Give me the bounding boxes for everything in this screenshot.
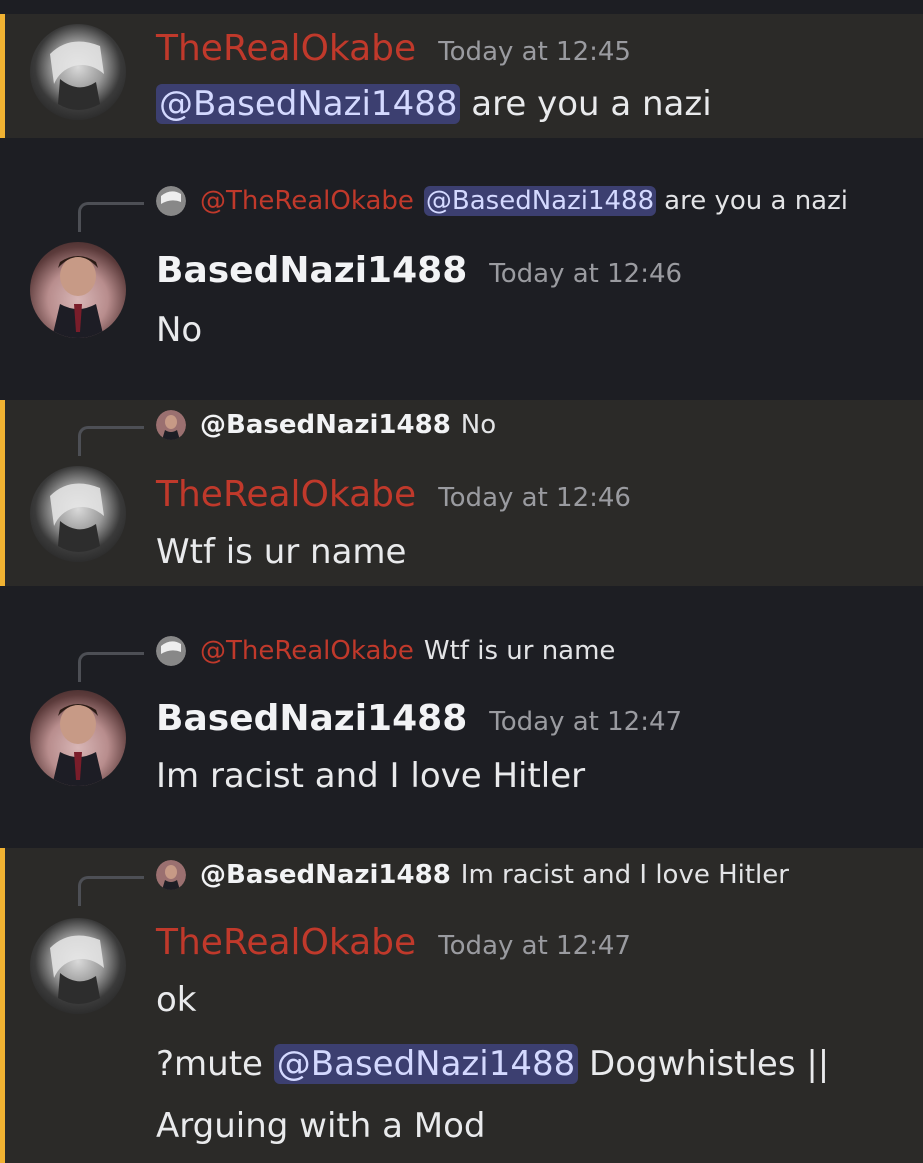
okabe-avatar-art bbox=[50, 41, 104, 110]
avatar[interactable] bbox=[30, 690, 126, 786]
reply-spine bbox=[78, 202, 144, 232]
reply-avatar bbox=[156, 860, 186, 890]
reply-avatar bbox=[156, 636, 186, 666]
timestamp: Today at 12:45 bbox=[438, 37, 631, 67]
okabe-avatar-art bbox=[50, 935, 104, 1004]
basednazi-avatar-art bbox=[52, 704, 104, 786]
reply-author[interactable]: @BasedNazi1488 bbox=[200, 410, 451, 440]
avatar[interactable] bbox=[30, 242, 126, 338]
message-header: TheRealOkabe Today at 12:46 bbox=[156, 474, 631, 515]
message-text: ok bbox=[156, 980, 197, 1020]
timestamp: Today at 12:46 bbox=[489, 259, 683, 289]
message-header: BasedNazi1488 Today at 12:47 bbox=[156, 698, 682, 739]
timestamp: Today at 12:47 bbox=[438, 931, 631, 961]
message-content: Im racist and I love Hitler bbox=[156, 756, 585, 796]
author-name[interactable]: BasedNazi1488 bbox=[156, 698, 467, 739]
message-highlighted[interactable]: @BasedNazi1488 Im racist and I love Hitl… bbox=[0, 848, 923, 1163]
okabe-avatar-art bbox=[50, 483, 104, 552]
message-content: Wtf is ur name bbox=[156, 532, 406, 572]
reply-text: Wtf is ur name bbox=[423, 636, 616, 666]
reply-avatar bbox=[156, 186, 186, 216]
message-line-3: Arguing with a Mod bbox=[156, 1106, 485, 1146]
avatar[interactable] bbox=[30, 24, 126, 120]
timestamp: Today at 12:47 bbox=[489, 707, 683, 737]
message[interactable]: @TheRealOkabe Wtf is ur name BasedNazi14… bbox=[0, 586, 923, 848]
reply-text: Im racist and I love Hitler bbox=[460, 860, 789, 890]
user-mention[interactable]: @BasedNazi1488 bbox=[273, 1044, 579, 1084]
timestamp: Today at 12:46 bbox=[438, 483, 631, 513]
reply-author[interactable]: @TheRealOkabe bbox=[200, 636, 414, 666]
message-content: @BasedNazi1488 are you a nazi bbox=[156, 84, 712, 124]
reply-preview[interactable]: @TheRealOkabe @BasedNazi1488 are you a n… bbox=[156, 186, 848, 216]
author-name[interactable]: TheRealOkabe bbox=[156, 474, 416, 515]
reply-text: are you a nazi bbox=[664, 186, 848, 216]
reply-avatar bbox=[156, 410, 186, 440]
reply-text: No bbox=[460, 410, 497, 440]
reply-author[interactable]: @TheRealOkabe bbox=[200, 186, 414, 216]
message-line-1: ok bbox=[156, 980, 197, 1020]
message-line-2: ?mute @BasedNazi1488 Dogwhistles || bbox=[156, 1044, 829, 1084]
message-text: Arguing with a Mod bbox=[156, 1106, 486, 1146]
author-name[interactable]: BasedNazi1488 bbox=[156, 250, 467, 291]
message-text: Im racist and I love Hitler bbox=[156, 756, 586, 796]
user-mention[interactable]: @BasedNazi1488 bbox=[156, 84, 461, 124]
message-content: No bbox=[156, 310, 202, 350]
author-name[interactable]: TheRealOkabe bbox=[156, 28, 416, 69]
message-header: TheRealOkabe Today at 12:45 bbox=[156, 28, 631, 69]
message-highlighted[interactable]: @BasedNazi1488 No TheRealOkabe Today at … bbox=[0, 400, 923, 586]
reply-preview[interactable]: @TheRealOkabe Wtf is ur name bbox=[156, 636, 615, 666]
command-text: ?mute bbox=[156, 1044, 274, 1084]
message-text: Dogwhistles || bbox=[578, 1044, 830, 1084]
message-text: are you a nazi bbox=[460, 84, 712, 124]
message-highlighted[interactable]: TheRealOkabe Today at 12:45 @BasedNazi14… bbox=[0, 14, 923, 138]
reply-mention[interactable]: @BasedNazi1488 bbox=[423, 186, 657, 216]
message[interactable]: @TheRealOkabe @BasedNazi1488 are you a n… bbox=[0, 138, 923, 400]
message-header: BasedNazi1488 Today at 12:46 bbox=[156, 250, 682, 291]
reply-spine bbox=[78, 652, 144, 682]
reply-author[interactable]: @BasedNazi1488 bbox=[200, 860, 451, 890]
message-text: Wtf is ur name bbox=[156, 532, 407, 572]
message-text: No bbox=[156, 310, 203, 350]
basednazi-avatar-art bbox=[52, 256, 104, 338]
top-strip bbox=[0, 0, 923, 14]
reply-preview[interactable]: @BasedNazi1488 Im racist and I love Hitl… bbox=[156, 860, 789, 890]
author-name[interactable]: TheRealOkabe bbox=[156, 922, 416, 963]
avatar[interactable] bbox=[30, 466, 126, 562]
reply-preview[interactable]: @BasedNazi1488 No bbox=[156, 410, 496, 440]
message-header: TheRealOkabe Today at 12:47 bbox=[156, 922, 631, 963]
reply-spine bbox=[78, 876, 144, 906]
reply-spine bbox=[78, 426, 144, 456]
avatar[interactable] bbox=[30, 918, 126, 1014]
